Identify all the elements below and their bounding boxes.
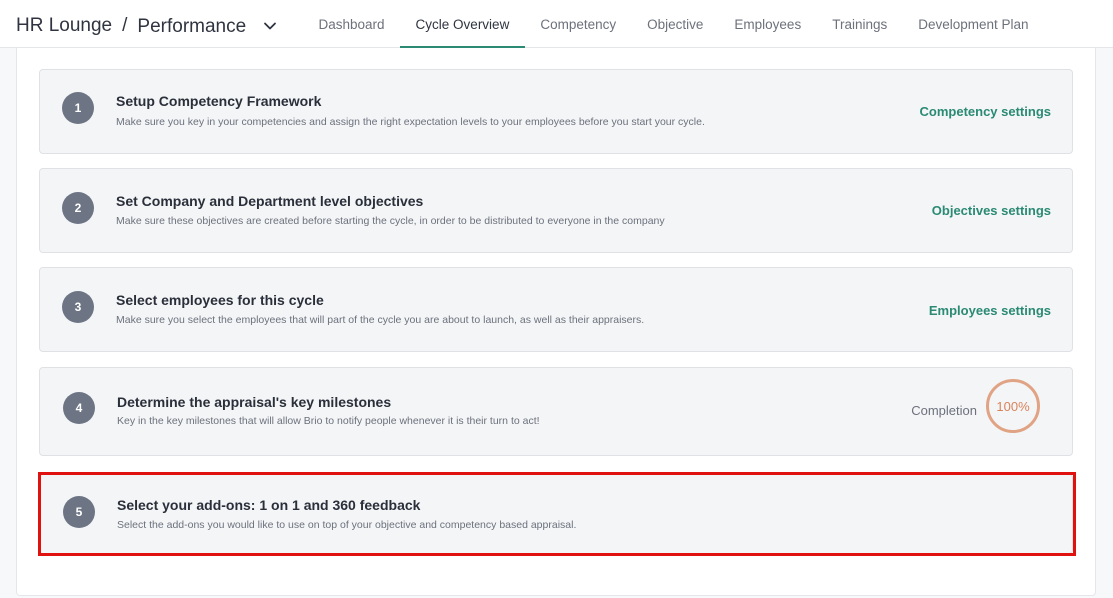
app-name[interactable]: HR Lounge: [16, 15, 112, 37]
completion-value: 100%: [996, 398, 1030, 414]
tab-trainings[interactable]: Trainings: [817, 0, 903, 48]
step-card-add-ons[interactable]: 5 Select your add-ons: 1 on 1 and 360 fe…: [39, 474, 1073, 554]
step-title: Select employees for this cycle: [116, 292, 324, 308]
tab-cycle-overview[interactable]: Cycle Overview: [400, 0, 525, 48]
tab-employees[interactable]: Employees: [719, 0, 817, 48]
step-title: Determine the appraisal's key milestones: [117, 394, 392, 410]
module-name[interactable]: Performance: [137, 16, 246, 38]
step-description: Key in the key milestones that will allo…: [117, 415, 540, 427]
step-card-milestones[interactable]: 4 Determine the appraisal's key mileston…: [39, 367, 1073, 456]
chevron-down-icon[interactable]: [262, 18, 278, 34]
top-navigation-bar: HR Lounge / Performance Dashboard Cycle …: [0, 0, 1113, 48]
step-number-badge: 1: [62, 92, 94, 124]
tab-development-plan[interactable]: Development Plan: [903, 0, 1044, 48]
step-title: Select your add-ons: 1 on 1 and 360 feed…: [117, 497, 421, 513]
completion-label: Completion: [911, 403, 977, 418]
competency-settings-link[interactable]: Competency settings: [920, 104, 1051, 119]
employees-settings-link[interactable]: Employees settings: [929, 303, 1051, 318]
completion-progress-ring: 100%: [986, 379, 1040, 433]
step-number-badge: 2: [62, 192, 94, 224]
step-description: Select the add-ons you would like to use…: [117, 519, 577, 531]
step-description: Make sure you select the employees that …: [116, 314, 645, 326]
tab-bar: Dashboard Cycle Overview Competency Obje…: [303, 0, 1044, 48]
step-title: Set Company and Department level objecti…: [116, 193, 424, 209]
step-description: Make sure these objectives are created b…: [116, 215, 665, 227]
breadcrumb: HR Lounge / Performance: [16, 14, 278, 38]
tab-competency[interactable]: Competency: [525, 0, 632, 48]
tab-objective[interactable]: Objective: [632, 0, 719, 48]
step-description: Make sure you key in your competencies a…: [116, 116, 705, 128]
step-number-badge: 4: [63, 392, 95, 424]
step-card-employees: 3 Select employees for this cycle Make s…: [39, 267, 1073, 352]
step-number-badge: 5: [63, 496, 95, 528]
tab-dashboard[interactable]: Dashboard: [303, 0, 400, 48]
step-card-competency: 1 Setup Competency Framework Make sure y…: [39, 69, 1073, 154]
step-title: Setup Competency Framework: [116, 93, 322, 109]
objectives-settings-link[interactable]: Objectives settings: [932, 203, 1051, 218]
breadcrumb-separator: /: [122, 15, 128, 36]
step-number-badge: 3: [62, 291, 94, 323]
step-card-objectives: 2 Set Company and Department level objec…: [39, 168, 1073, 253]
